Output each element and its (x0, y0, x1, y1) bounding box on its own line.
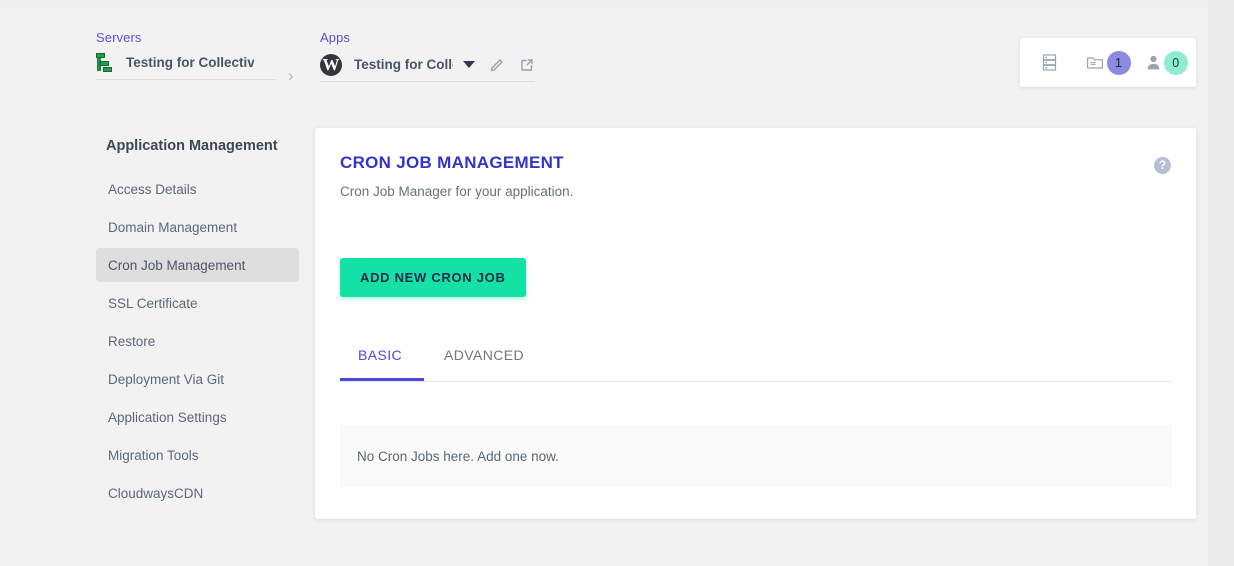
counter-team[interactable]: 0 (1137, 50, 1196, 75)
wordpress-icon: W (320, 53, 342, 76)
sidebar-item-label: Access Details (108, 181, 197, 197)
counter-projects[interactable]: 1 (1079, 50, 1138, 75)
server-stack-icon (96, 52, 116, 73)
sidebar-item-application-settings[interactable]: Application Settings (96, 400, 299, 434)
page-subtitle: Cron Job Manager for your application. (340, 184, 574, 199)
tab-label: BASIC (358, 347, 403, 363)
counters-panel: 1 0 (1020, 38, 1196, 87)
breadcrumb-apps[interactable]: Apps W Testing for CollectiveRay (320, 30, 535, 82)
external-link-icon[interactable] (519, 57, 535, 73)
sidebar-item-domain-management[interactable]: Domain Management (96, 210, 299, 244)
sidebar-item-restore[interactable]: Restore (96, 324, 299, 358)
right-edge-strip (1208, 0, 1234, 566)
sidebar-title: Application Management (106, 138, 278, 154)
user-icon (1146, 54, 1161, 72)
team-count-badge: 0 (1163, 50, 1188, 75)
breadcrumb-servers-name: Testing for CollectiveR (126, 55, 254, 70)
sidebar-item-label: CloudwaysCDN (108, 485, 204, 501)
breadcrumb-servers-label: Servers (96, 30, 142, 45)
sidebar-item-label: Deployment Via Git (108, 371, 225, 387)
help-circle-icon[interactable]: ? (1154, 157, 1171, 174)
sidebar-item-label: Cron Job Management (108, 257, 246, 273)
sidebar-item-label: SSL Certificate (108, 295, 198, 311)
sidebar-item-label: Restore (108, 333, 156, 349)
server-rack-icon (1041, 53, 1058, 72)
tab-advanced[interactable]: ADVANCED (424, 338, 544, 381)
add-new-cron-job-button[interactable]: ADD NEW CRON JOB (340, 258, 526, 297)
sidebar-item-label: Application Settings (108, 409, 227, 425)
sidebar-item-access-details[interactable]: Access Details (96, 172, 299, 206)
empty-state-text: No Cron Jobs here. Add one now. (357, 448, 559, 464)
sidebar-item-label: Migration Tools (108, 447, 199, 463)
sidebar-item-label: Domain Management (108, 219, 238, 235)
breadcrumb-apps-label: Apps (320, 30, 351, 45)
pencil-icon[interactable] (489, 57, 505, 73)
sidebar: Application Management Access Details Do… (96, 136, 299, 514)
sidebar-item-deployment-via-git[interactable]: Deployment Via Git (96, 362, 299, 396)
tab-bar: BASIC ADVANCED (340, 338, 1172, 382)
tab-basic[interactable]: BASIC (340, 338, 425, 381)
chevron-down-icon[interactable] (463, 61, 475, 68)
projects-count-badge: 1 (1106, 50, 1131, 75)
sidebar-item-ssl-certificate[interactable]: SSL Certificate (96, 286, 299, 320)
breadcrumb-apps-row[interactable]: W Testing for CollectiveRay (320, 53, 535, 82)
page-title: CRON JOB MANAGEMENT (340, 153, 564, 172)
breadcrumb-separator-icon: › (288, 66, 294, 85)
sidebar-item-cloudwayscdn[interactable]: CloudwaysCDN (96, 476, 299, 510)
tab-label: ADVANCED (444, 347, 524, 363)
counter-servers[interactable] (1020, 53, 1079, 72)
folder-icon (1086, 54, 1104, 71)
breadcrumb-apps-name: Testing for CollectiveRay (354, 57, 453, 72)
breadcrumb-servers-row[interactable]: Testing for CollectiveR (96, 52, 276, 80)
sidebar-item-cron-job-management[interactable]: Cron Job Management (96, 248, 299, 282)
cron-job-card: CRON JOB MANAGEMENT Cron Job Manager for… (315, 128, 1196, 519)
sidebar-item-migration-tools[interactable]: Migration Tools (96, 438, 299, 472)
top-strip (0, 0, 1234, 8)
cron-jobs-empty-state: No Cron Jobs here. Add one now. (340, 425, 1172, 487)
breadcrumb-servers[interactable]: Servers Testing for CollectiveR (96, 30, 276, 80)
